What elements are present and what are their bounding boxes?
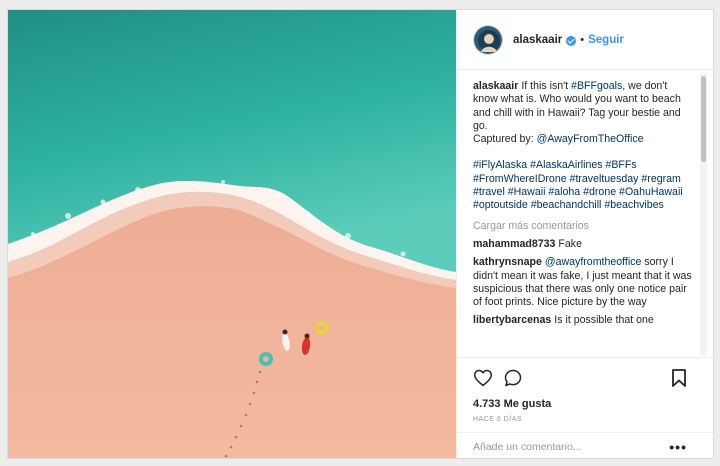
comment-text: Is it possible that one <box>554 314 654 327</box>
header-separator: • <box>580 33 585 46</box>
comment-mention[interactable]: @awayfromtheoffice <box>545 256 642 268</box>
caption-credit: Captured by: @AwayFromTheOffice <box>473 133 693 146</box>
avatar[interactable] <box>473 24 503 55</box>
caption-text: If this isn't <box>521 80 572 92</box>
beach-aerial-image <box>8 10 456 458</box>
comment-username[interactable]: kathrynsnape <box>473 256 542 268</box>
follow-button[interactable]: Seguir <box>588 34 624 46</box>
captured-by-link[interactable]: @AwayFromTheOffice <box>537 133 644 145</box>
comment-item: libertybarcenas Is it possible that one <box>473 314 693 327</box>
load-more-comments-button[interactable]: Cargar más comentarios <box>473 220 693 233</box>
comment-text: Fake <box>558 237 582 250</box>
comments-list: alaskaair If this isn't #BFFgoals, we do… <box>473 80 693 356</box>
heart-icon[interactable] <box>473 368 493 388</box>
post-side-panel: alaskaair • Seguir alaskaair If this isn… <box>456 10 713 458</box>
add-comment-bar: ••• <box>457 432 713 460</box>
comment-input[interactable] <box>473 440 670 453</box>
likes-count[interactable]: 4.733 Me gusta <box>473 398 697 410</box>
captured-by-label: Captured by: <box>473 133 537 146</box>
author-username[interactable]: alaskaair <box>513 34 562 46</box>
post-header: alaskaair • Seguir <box>457 10 713 70</box>
post-caption: alaskaair If this isn't #BFFgoals, we do… <box>473 80 693 133</box>
caption-hashtag[interactable]: #BFFgoals <box>571 80 622 92</box>
post-timestamp: HACE 6 DÍAS <box>473 416 523 423</box>
more-options-icon[interactable]: ••• <box>669 440 687 454</box>
caption-hashtags[interactable]: #iFlyAlaska #AlaskaAirlines #BFFs #FromW… <box>473 159 693 212</box>
scrollbar-thumb[interactable] <box>701 76 706 162</box>
comment-item: mahammad8733 Fake <box>473 238 693 251</box>
comments-scrollbar[interactable] <box>700 72 707 356</box>
comment-username[interactable]: libertybarcenas <box>473 314 551 326</box>
verified-badge-icon <box>566 35 577 46</box>
caption-username[interactable]: alaskaair <box>473 80 518 92</box>
bookmark-icon[interactable] <box>671 368 687 388</box>
comment-item: kathrynsnape @awayfromtheoffice sorry I … <box>473 256 693 309</box>
comment-icon[interactable] <box>503 368 523 388</box>
post-photo[interactable] <box>8 10 456 458</box>
instagram-post: alaskaair • Seguir alaskaair If this isn… <box>7 9 714 459</box>
post-actions: 4.733 Me gusta HACE 6 DÍAS <box>457 357 713 432</box>
comment-username[interactable]: mahammad8733 <box>473 238 555 250</box>
action-icons <box>473 368 697 388</box>
